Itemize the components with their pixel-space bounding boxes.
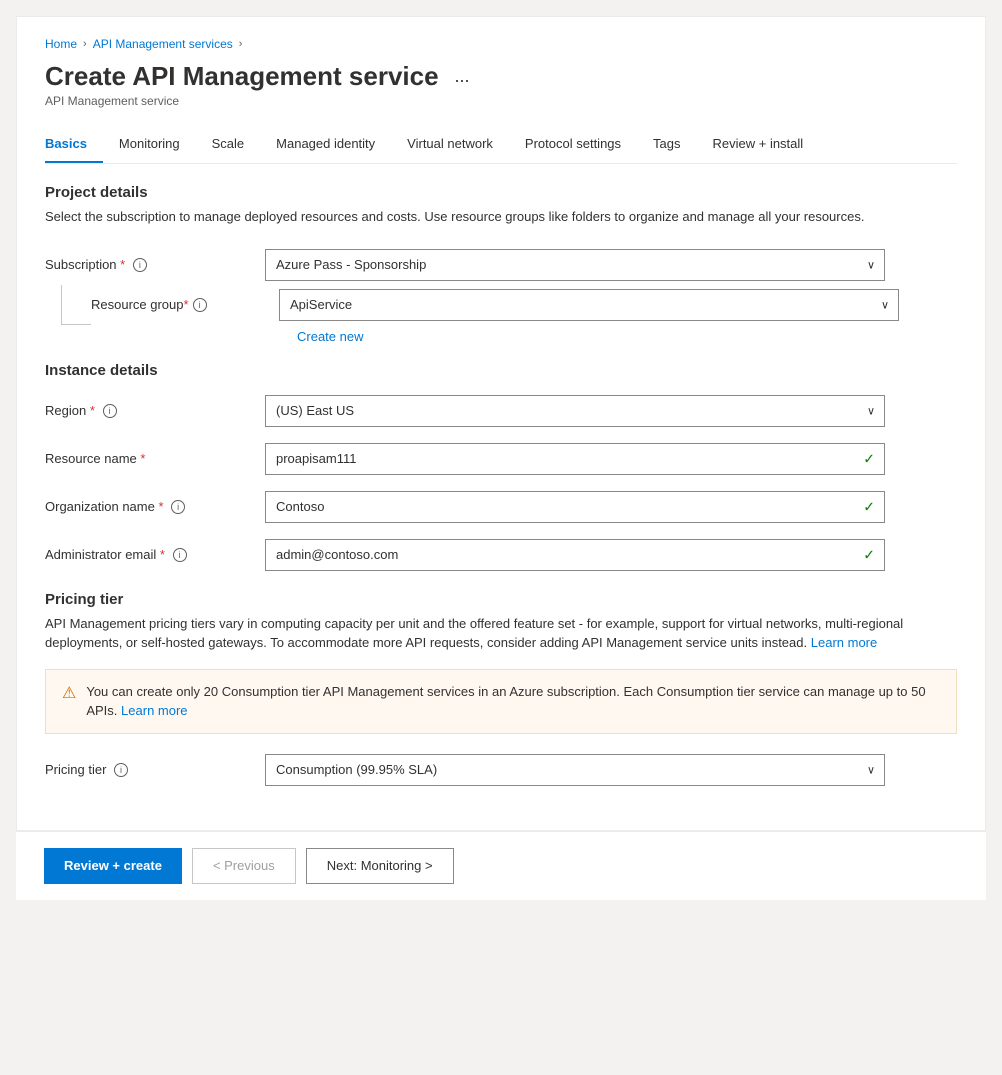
resource-name-control: ✓ bbox=[265, 443, 885, 475]
resource-name-check-icon: ✓ bbox=[863, 450, 875, 467]
resource-name-label: Resource name * bbox=[45, 451, 265, 466]
email-info-icon[interactable]: i bbox=[173, 548, 187, 562]
review-create-button[interactable]: Review + create bbox=[44, 848, 182, 884]
pricing-tier-select[interactable]: Consumption (99.95% SLA) bbox=[265, 754, 885, 786]
breadcrumb-home[interactable]: Home bbox=[45, 37, 77, 51]
resource-name-input[interactable] bbox=[265, 443, 885, 475]
breadcrumb: Home › API Management services › bbox=[45, 37, 957, 51]
email-required: * bbox=[160, 547, 165, 562]
region-select[interactable]: (US) East US bbox=[265, 395, 885, 427]
resource-group-control: ApiService ∨ bbox=[279, 289, 899, 321]
tab-virtual-network[interactable]: Virtual network bbox=[391, 126, 509, 163]
resource-group-select[interactable]: ApiService bbox=[279, 289, 899, 321]
resource-group-label: Resource group * i bbox=[91, 289, 279, 321]
subscription-control: Azure Pass - Sponsorship ∨ bbox=[265, 249, 885, 281]
tab-protocol-settings[interactable]: Protocol settings bbox=[509, 126, 637, 163]
next-button[interactable]: Next: Monitoring > bbox=[306, 848, 454, 884]
admin-email-control: ✓ bbox=[265, 539, 885, 571]
warning-box: ⚠ You can create only 20 Consumption tie… bbox=[45, 669, 957, 734]
pricing-tier-info-icon[interactable]: i bbox=[114, 763, 128, 777]
rg-required: * bbox=[184, 297, 189, 312]
org-required: * bbox=[158, 499, 163, 514]
org-name-input[interactable] bbox=[265, 491, 885, 523]
pricing-learn-more-link[interactable]: Learn more bbox=[811, 635, 877, 650]
pricing-tier-title: Pricing tier bbox=[45, 591, 957, 608]
breadcrumb-sep2: › bbox=[239, 38, 243, 50]
subscription-info-icon[interactable]: i bbox=[133, 258, 147, 272]
breadcrumb-sep1: › bbox=[83, 38, 87, 50]
admin-email-label: Administrator email * i bbox=[45, 547, 265, 563]
project-details-desc: Select the subscription to manage deploy… bbox=[45, 207, 957, 227]
ellipsis-button[interactable]: ... bbox=[449, 64, 476, 89]
region-info-icon[interactable]: i bbox=[103, 404, 117, 418]
tab-review-install[interactable]: Review + install bbox=[697, 126, 820, 163]
tab-monitoring[interactable]: Monitoring bbox=[103, 126, 196, 163]
org-name-control: ✓ bbox=[265, 491, 885, 523]
rg-info-icon[interactable]: i bbox=[193, 298, 207, 312]
breadcrumb-service[interactable]: API Management services bbox=[93, 37, 233, 51]
pricing-tier-label: Pricing tier i bbox=[45, 762, 265, 778]
admin-email-check-icon: ✓ bbox=[863, 546, 875, 563]
region-control: (US) East US ∨ bbox=[265, 395, 885, 427]
pricing-tier-control: Consumption (99.95% SLA) ∨ bbox=[265, 754, 885, 786]
warning-icon: ⚠ bbox=[62, 683, 76, 703]
create-new-link[interactable]: Create new bbox=[297, 329, 957, 344]
tab-tags[interactable]: Tags bbox=[637, 126, 696, 163]
region-label: Region * i bbox=[45, 403, 265, 419]
page-title: Create API Management service bbox=[45, 61, 439, 92]
admin-email-input[interactable] bbox=[265, 539, 885, 571]
tab-scale[interactable]: Scale bbox=[196, 126, 261, 163]
subscription-select[interactable]: Azure Pass - Sponsorship bbox=[265, 249, 885, 281]
region-required: * bbox=[90, 403, 95, 418]
tab-basics[interactable]: Basics bbox=[45, 126, 103, 163]
tab-managed-identity[interactable]: Managed identity bbox=[260, 126, 391, 163]
page-subtitle: API Management service bbox=[45, 94, 957, 108]
subscription-label: Subscription * i bbox=[45, 257, 265, 273]
project-details-title: Project details bbox=[45, 184, 957, 201]
warning-learn-more-link[interactable]: Learn more bbox=[121, 703, 187, 718]
rn-required: * bbox=[140, 451, 145, 466]
pricing-tier-desc: API Management pricing tiers vary in com… bbox=[45, 614, 957, 653]
org-name-label: Organization name * i bbox=[45, 499, 265, 515]
tab-bar: Basics Monitoring Scale Managed identity… bbox=[45, 126, 957, 164]
warning-text: You can create only 20 Consumption tier … bbox=[86, 682, 940, 721]
org-name-check-icon: ✓ bbox=[863, 498, 875, 515]
previous-button[interactable]: < Previous bbox=[192, 848, 296, 884]
instance-details-title: Instance details bbox=[45, 362, 957, 379]
org-info-icon[interactable]: i bbox=[171, 500, 185, 514]
subscription-required: * bbox=[120, 257, 125, 272]
footer: Review + create < Previous Next: Monitor… bbox=[16, 831, 986, 900]
